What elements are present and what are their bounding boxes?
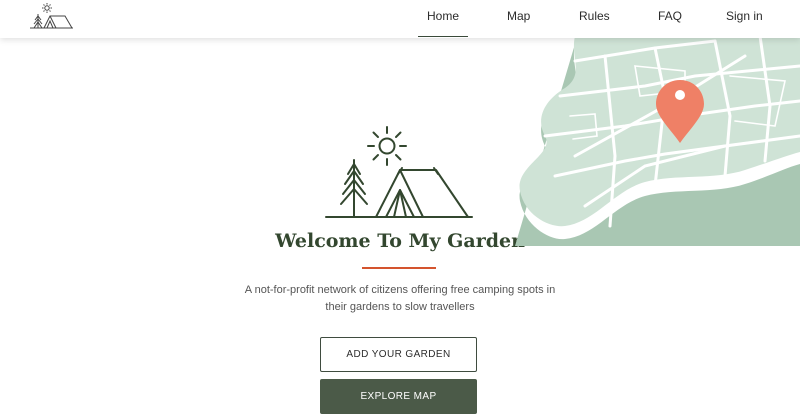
tree-icon: [340, 159, 368, 218]
subtitle-line-1: A not-for-profit network of citizens off…: [244, 284, 556, 296]
nav-faq[interactable]: FAQ: [658, 9, 682, 23]
logo-tent-icon[interactable]: [28, 2, 74, 30]
map-illustration: [515, 36, 800, 246]
title-divider: [362, 267, 436, 269]
explore-map-button[interactable]: EXPLORE MAP: [320, 379, 477, 414]
hero-illustration: [325, 126, 473, 218]
tent-icon: [375, 167, 469, 218]
hero-subtitle: A not-for-profit network of citizens off…: [220, 282, 580, 316]
site-header: Home Map Rules FAQ Sign in: [0, 0, 800, 38]
nav-sign-in[interactable]: Sign in: [726, 9, 763, 23]
sun-icon: [367, 126, 407, 166]
nav-home[interactable]: Home: [417, 9, 469, 37]
add-garden-button[interactable]: ADD YOUR GARDEN: [320, 337, 477, 372]
nav-rules[interactable]: Rules: [579, 9, 610, 23]
subtitle-line-2: their gardens to slow travellers: [325, 301, 475, 313]
nav-map[interactable]: Map: [507, 9, 530, 23]
